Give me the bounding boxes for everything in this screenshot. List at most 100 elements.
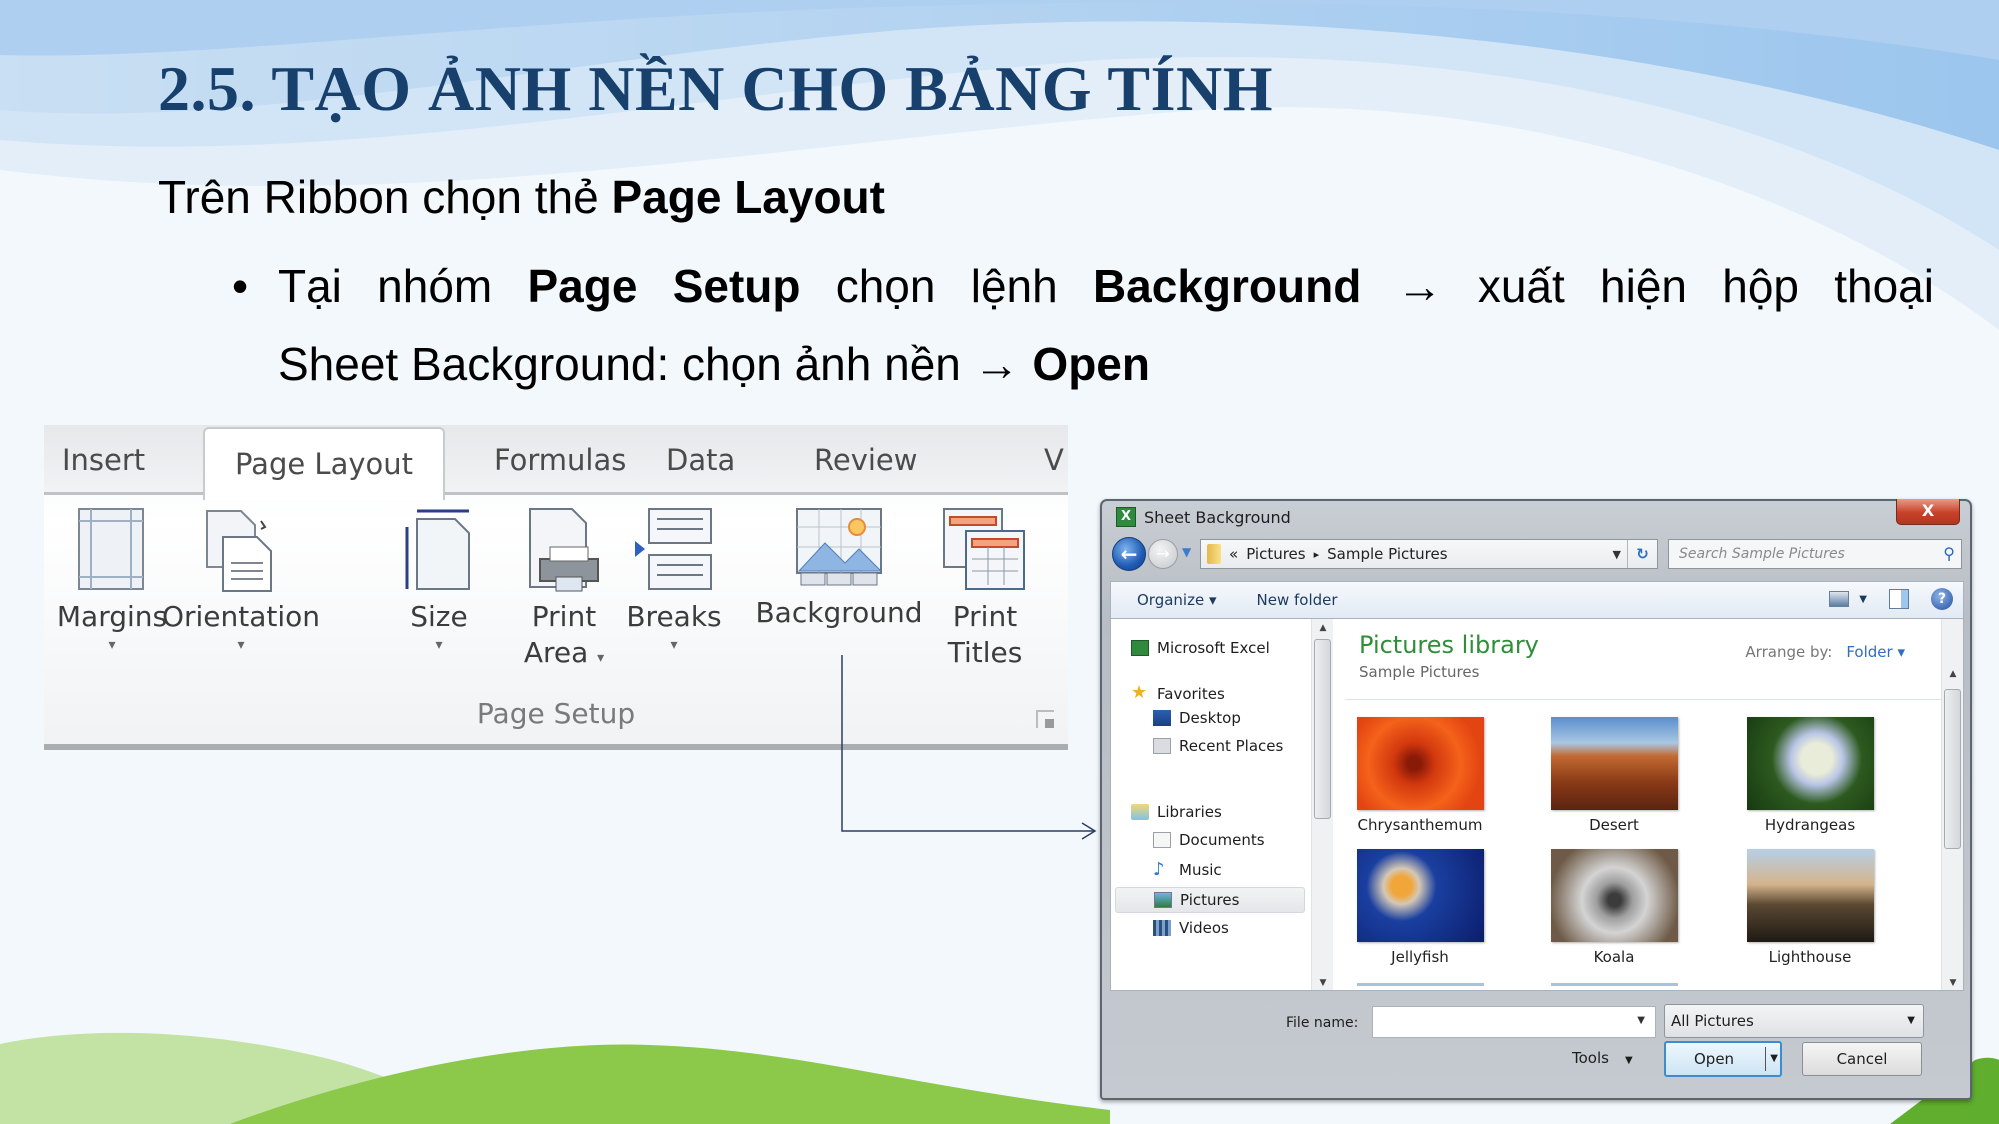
- background-icon: [796, 508, 883, 586]
- breadcrumb-sample-pictures[interactable]: Sample Pictures: [1327, 545, 1447, 563]
- next-row-thumbnail-edge: [1357, 983, 1484, 986]
- size-button[interactable]: Size ▾: [394, 507, 484, 655]
- file-name-input[interactable]: ▼: [1372, 1006, 1656, 1038]
- file-item-hydrangeas[interactable]: Hydrangeas: [1745, 717, 1875, 834]
- chevron-down-icon[interactable]: ▼: [1770, 1043, 1778, 1075]
- scroll-down-icon[interactable]: ▼: [1942, 978, 1964, 988]
- file-type-value: All Pictures: [1671, 1012, 1754, 1030]
- preview-pane-icon[interactable]: [1889, 589, 1909, 609]
- instruction-bold: Page Layout: [611, 171, 885, 223]
- breaks-label: Breaks: [626, 600, 722, 633]
- breadcrumb-prefix[interactable]: «: [1229, 545, 1238, 563]
- file-item-koala[interactable]: Koala: [1549, 849, 1679, 966]
- nav-item-favorites[interactable]: ★ Favorites: [1131, 682, 1225, 704]
- chevron-down-icon: ▼: [1907, 1015, 1915, 1026]
- bullet-line-2: Sheet Background: chọn ảnh nền → Open: [278, 325, 1934, 403]
- navigation-bar: ← → ▼ « Pictures ▸ Sample Pictures ▼ ↻ S…: [1112, 537, 1962, 571]
- nav-label: Desktop: [1179, 709, 1241, 727]
- tab-formulas[interactable]: Formulas: [476, 425, 644, 495]
- nav-item-recent-places[interactable]: Recent Places: [1153, 737, 1283, 755]
- split-divider: [1765, 1047, 1766, 1071]
- dialog-body: Microsoft Excel ★ Favorites Desktop Recen…: [1110, 619, 1964, 991]
- breaks-button[interactable]: Breaks ▾: [624, 507, 724, 655]
- chevron-down-icon[interactable]: ▼: [1637, 1015, 1645, 1026]
- breaks-icon: [635, 508, 712, 590]
- file-item-jellyfish[interactable]: Jellyfish: [1355, 849, 1485, 966]
- forward-arrow-icon[interactable]: →: [1148, 539, 1178, 569]
- nav-label: Microsoft Excel: [1157, 639, 1270, 657]
- documents-icon: [1153, 832, 1171, 848]
- back-arrow-icon[interactable]: ←: [1112, 537, 1146, 571]
- margins-button[interactable]: Margins ▾: [52, 507, 172, 655]
- file-item-chrysanthemum[interactable]: Chrysanthemum: [1355, 717, 1485, 834]
- music-icon: ♪: [1153, 859, 1165, 880]
- organize-button[interactable]: Organize ▾: [1137, 591, 1217, 609]
- print-area-label-2: Area: [523, 636, 589, 669]
- tab-view[interactable]: V: [1044, 425, 1064, 495]
- slide-title: 2.5. TẠO ẢNH NỀN CHO BẢNG TÍNH: [158, 53, 1273, 124]
- change-view-button[interactable]: ▼: [1829, 591, 1867, 607]
- library-subtitle: Sample Pictures: [1359, 663, 1480, 681]
- scroll-down-icon[interactable]: ▼: [1312, 978, 1334, 988]
- breadcrumb-pictures[interactable]: Pictures: [1246, 545, 1305, 563]
- print-titles-button[interactable]: Print Titles: [930, 507, 1040, 671]
- background-button[interactable]: Background: [744, 507, 934, 631]
- size-label: Size: [410, 600, 468, 633]
- tab-data[interactable]: Data: [648, 425, 753, 495]
- tab-insert[interactable]: Insert: [44, 425, 163, 495]
- nav-pane-scrollbar[interactable]: ▲ ▼: [1311, 619, 1333, 990]
- star-icon: ★: [1131, 682, 1148, 703]
- dialog-title: Sheet Background: [1144, 507, 1291, 527]
- orientation-button[interactable]: Orientation ▾: [156, 507, 326, 655]
- search-placeholder: Search Sample Pictures: [1679, 546, 1845, 562]
- bullet-word: →: [1396, 260, 1443, 312]
- scrollbar-thumb[interactable]: [1944, 689, 1961, 849]
- dialog-launcher-icon[interactable]: [1036, 710, 1054, 728]
- tools-button[interactable]: Tools ▼: [1572, 1049, 1633, 1067]
- scroll-up-icon[interactable]: ▲: [1942, 669, 1964, 679]
- arrange-by-label: Arrange by:: [1745, 643, 1833, 661]
- file-item-lighthouse[interactable]: Lighthouse: [1745, 849, 1875, 966]
- nav-item-desktop[interactable]: Desktop: [1153, 709, 1241, 727]
- scrollbar-thumb[interactable]: [1314, 639, 1331, 819]
- margins-label: Margins: [56, 600, 168, 633]
- breadcrumb-separator-icon[interactable]: ▸: [1314, 548, 1320, 561]
- file-item-desert[interactable]: Desert: [1549, 717, 1679, 834]
- nav-item-microsoft-excel[interactable]: Microsoft Excel: [1131, 639, 1270, 657]
- help-icon[interactable]: ?: [1931, 588, 1953, 610]
- recent-places-icon: [1153, 738, 1171, 754]
- nav-item-music[interactable]: ♪ Music: [1153, 859, 1222, 880]
- tab-review[interactable]: Review: [796, 425, 935, 495]
- open-button[interactable]: Open ▼: [1664, 1041, 1782, 1077]
- search-icon[interactable]: ⚲: [1943, 540, 1955, 568]
- file-list-scrollbar[interactable]: ▲ ▼: [1941, 619, 1963, 990]
- chevron-down-icon: ▾: [670, 637, 678, 653]
- cancel-button[interactable]: Cancel: [1802, 1042, 1922, 1076]
- new-folder-button[interactable]: New folder: [1257, 591, 1338, 609]
- address-dropdown-icon[interactable]: ▼: [1613, 548, 1621, 561]
- tab-page-layout[interactable]: Page Layout: [203, 427, 446, 500]
- nav-item-videos[interactable]: Videos: [1153, 919, 1229, 937]
- tools-label: Tools: [1572, 1049, 1609, 1067]
- arrange-by: Arrange by: Folder ▾: [1745, 643, 1905, 661]
- bullet-line-2-bold: Open: [1032, 338, 1150, 390]
- file-name: Chrysanthemum: [1357, 816, 1483, 834]
- address-bar[interactable]: « Pictures ▸ Sample Pictures ▼ ↻: [1200, 539, 1658, 569]
- arrange-by-dropdown[interactable]: Folder ▾: [1846, 643, 1905, 661]
- recent-locations-dropdown-icon[interactable]: ▼: [1182, 545, 1191, 559]
- scroll-up-icon[interactable]: ▲: [1312, 623, 1334, 633]
- page-setup-group-label: Page Setup: [476, 697, 636, 730]
- refresh-icon[interactable]: ↻: [1627, 540, 1657, 568]
- search-input[interactable]: Search Sample Pictures ⚲: [1668, 539, 1962, 569]
- nav-label: Videos: [1179, 919, 1229, 937]
- nav-item-pictures[interactable]: Pictures: [1115, 887, 1305, 913]
- chevron-down-icon: ▾: [237, 637, 245, 653]
- library-title: Pictures library: [1359, 631, 1539, 659]
- close-button[interactable]: X: [1896, 499, 1960, 525]
- nav-item-documents[interactable]: Documents: [1153, 831, 1265, 849]
- nav-item-libraries[interactable]: Libraries: [1131, 803, 1222, 821]
- file-type-select[interactable]: All Pictures ▼: [1664, 1004, 1924, 1038]
- orientation-label: Orientation: [161, 600, 321, 633]
- nav-label: Libraries: [1157, 803, 1222, 821]
- print-area-button[interactable]: Print Area ▾: [514, 507, 614, 676]
